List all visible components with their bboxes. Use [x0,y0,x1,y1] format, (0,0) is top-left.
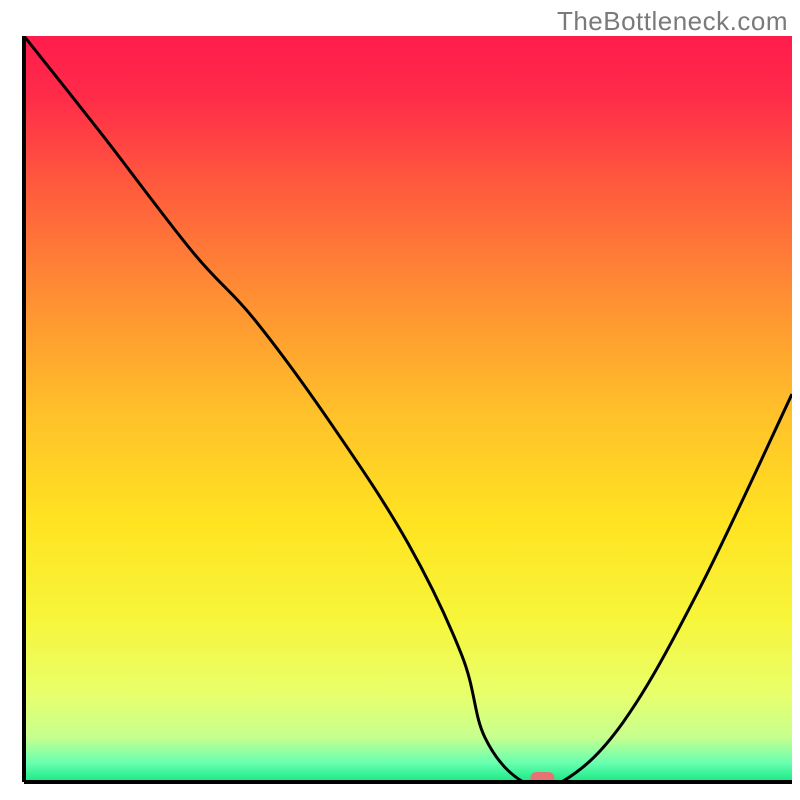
bottleneck-chart [0,0,800,800]
chart-frame: TheBottleneck.com [0,0,800,800]
watermark-text: TheBottleneck.com [557,6,788,37]
plot-background [24,36,792,782]
